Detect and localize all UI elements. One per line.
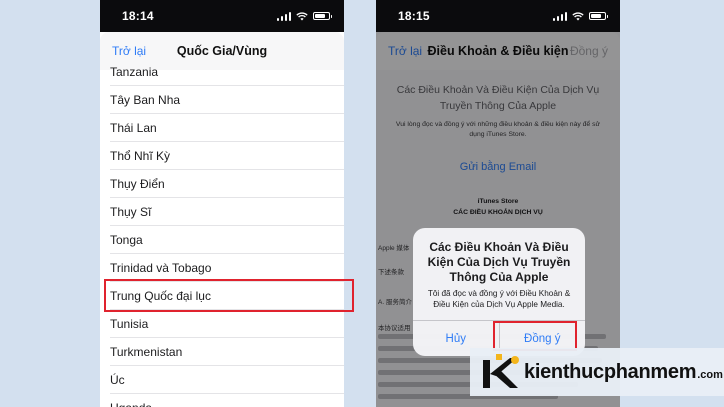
watermark-text: kienthucphanmem [524,360,697,383]
selection-highlight-box [104,279,354,312]
watermark: kienthucphanmem .com [470,348,724,396]
list-item[interactable]: Tanzania [110,58,344,86]
alert-title: Các Điều Khoản Và Điều Kiện Của Dịch Vụ … [427,240,571,284]
list-item[interactable]: Úc [110,366,344,394]
cellular-signal-icon [276,11,291,21]
cellular-signal-icon [552,11,567,21]
list-item[interactable]: Thổ Nhĩ Kỳ [110,142,344,170]
list-item[interactable]: Tonga [110,226,344,254]
back-button[interactable]: Trở lại [112,44,146,58]
country-list: Tanzania Tây Ban Nha Thái Lan Thổ Nhĩ Kỳ… [100,65,344,407]
list-item[interactable]: Thụy Điển [110,170,344,198]
status-time: 18:15 [398,9,430,23]
alert-message: Tôi đã đọc và đồng ý với Điều Khoản & Đi… [427,289,571,309]
country-picker-screen: 18:14 Trở lại Quốc Gia/Vùng Tanzania Tây… [100,0,344,407]
list-item[interactable]: Tunisia [110,310,344,338]
wifi-icon [572,11,584,20]
status-bar: 18:15 [376,0,620,32]
list-item[interactable]: Trinidad và Tobago [110,254,344,282]
battery-icon [589,12,608,20]
list-item[interactable]: Tây Ban Nha [110,86,344,114]
list-item[interactable]: Uganda [110,394,344,407]
status-bar: 18:14 [100,0,344,32]
agree-highlight-box [493,321,577,351]
brand-logo-icon [483,354,519,388]
wifi-icon [296,11,308,20]
page-title: Quốc Gia/Vùng [176,44,268,58]
battery-icon [313,12,332,20]
list-item[interactable]: Thái Lan [110,114,344,142]
list-item[interactable]: Thụy Sĩ [110,198,344,226]
watermark-domain: .com [697,368,723,381]
status-time: 18:14 [122,9,154,23]
list-item[interactable]: Turkmenistan [110,338,344,366]
